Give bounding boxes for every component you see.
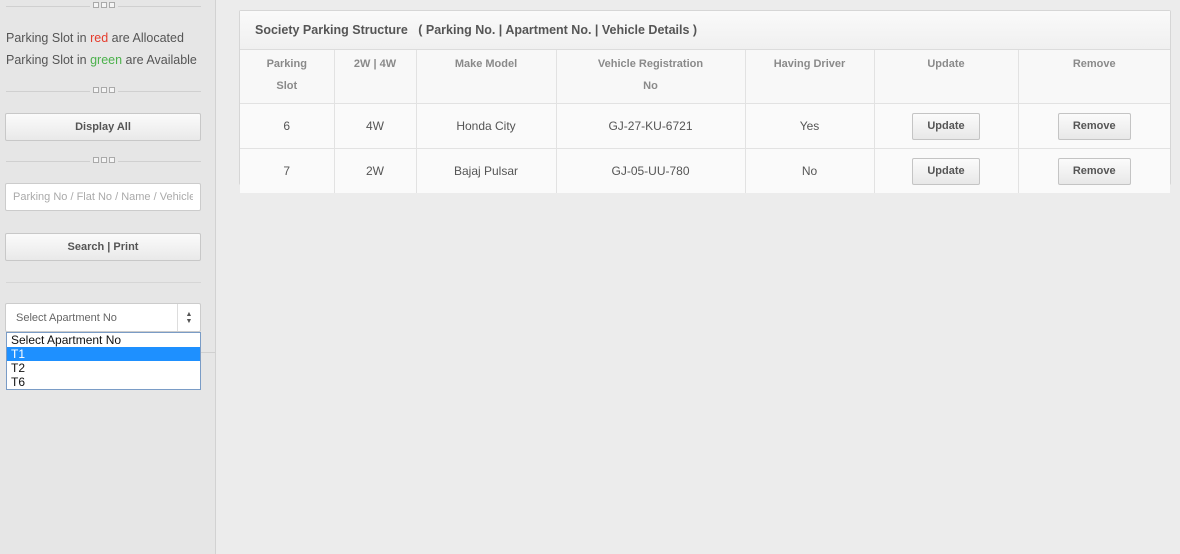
- remove-button[interactable]: Remove: [1057, 112, 1131, 140]
- sidebar: Parking Slot in red are Allocated Parkin…: [0, 0, 216, 554]
- cell-slot: 7: [240, 148, 335, 193]
- apartment-option[interactable]: T1: [7, 347, 200, 361]
- legend-available-prefix: Parking Slot in: [6, 53, 91, 67]
- cell-remove: Remove: [1018, 103, 1170, 149]
- apartment-dropdown-list[interactable]: Select Apartment No T1 T2 T6: [6, 332, 201, 390]
- apartment-option[interactable]: T2: [7, 361, 200, 375]
- cell-update: Update: [874, 148, 1019, 193]
- apartment-option[interactable]: T6: [7, 375, 200, 389]
- cell-registration: GJ-27-KU-6721: [556, 103, 746, 149]
- cell-slot: 6: [240, 103, 335, 149]
- col-update: Update: [874, 50, 1019, 104]
- search-print-button[interactable]: Search | Print: [5, 233, 201, 261]
- col-parking-slot: Parking Slot: [240, 50, 335, 104]
- display-all-button[interactable]: Display All: [5, 113, 201, 141]
- update-button[interactable]: Update: [912, 157, 980, 185]
- col-wheels: 2W | 4W: [334, 50, 417, 104]
- panel-title: Society Parking Structure ( Parking No. …: [240, 11, 1170, 50]
- legend-allocated-suffix: are Allocated: [108, 31, 184, 45]
- select-arrows-icon[interactable]: ▲ ▼: [177, 304, 200, 331]
- legend-allocated: Parking Slot in red are Allocated: [6, 31, 184, 45]
- sidebar-divider: [6, 157, 201, 163]
- table-row: 7 2W Bajaj Pulsar GJ-05-UU-780 No Update…: [240, 148, 1170, 193]
- cell-wheels: 4W: [334, 103, 417, 149]
- cell-driver: Yes: [745, 103, 875, 149]
- col-make-model: Make Model: [416, 50, 557, 104]
- cell-update: Update: [874, 103, 1019, 149]
- legend-allocated-color: red: [90, 31, 109, 45]
- table-row: 6 4W Honda City GJ-27-KU-6721 Yes Update…: [240, 103, 1170, 149]
- remove-button[interactable]: Remove: [1057, 157, 1131, 185]
- sidebar-divider: [201, 352, 215, 353]
- apartment-option[interactable]: Select Apartment No: [7, 333, 200, 347]
- apartment-select[interactable]: Select Apartment No ▲ ▼: [5, 303, 201, 332]
- legend-allocated-prefix: Parking Slot in: [6, 31, 91, 45]
- cell-wheels: 2W: [334, 148, 417, 193]
- cell-driver: No: [745, 148, 875, 193]
- cell-remove: Remove: [1018, 148, 1170, 193]
- cell-make-model: Honda City: [416, 103, 557, 149]
- legend-available: Parking Slot in green are Available: [6, 53, 197, 67]
- apartment-select-value: Select Apartment No: [16, 312, 117, 324]
- parking-panel: Society Parking Structure ( Parking No. …: [239, 10, 1171, 193]
- sidebar-divider: [6, 282, 201, 283]
- table-header-row: Parking Slot 2W | 4W Make Model Vehicle R…: [240, 50, 1170, 104]
- col-remove: Remove: [1018, 50, 1170, 104]
- sidebar-divider: [6, 2, 201, 8]
- update-button[interactable]: Update: [912, 112, 980, 140]
- cell-registration: GJ-05-UU-780: [556, 148, 746, 193]
- legend-available-suffix: are Available: [122, 53, 197, 67]
- col-having-driver: Having Driver: [745, 50, 875, 104]
- col-registration: Vehicle Registration No: [556, 50, 746, 104]
- parking-table: Parking Slot 2W | 4W Make Model Vehicle R…: [240, 50, 1170, 193]
- sidebar-divider: [6, 87, 201, 93]
- cell-make-model: Bajaj Pulsar: [416, 148, 557, 193]
- search-input[interactable]: [5, 183, 201, 211]
- legend-available-color: green: [90, 53, 123, 67]
